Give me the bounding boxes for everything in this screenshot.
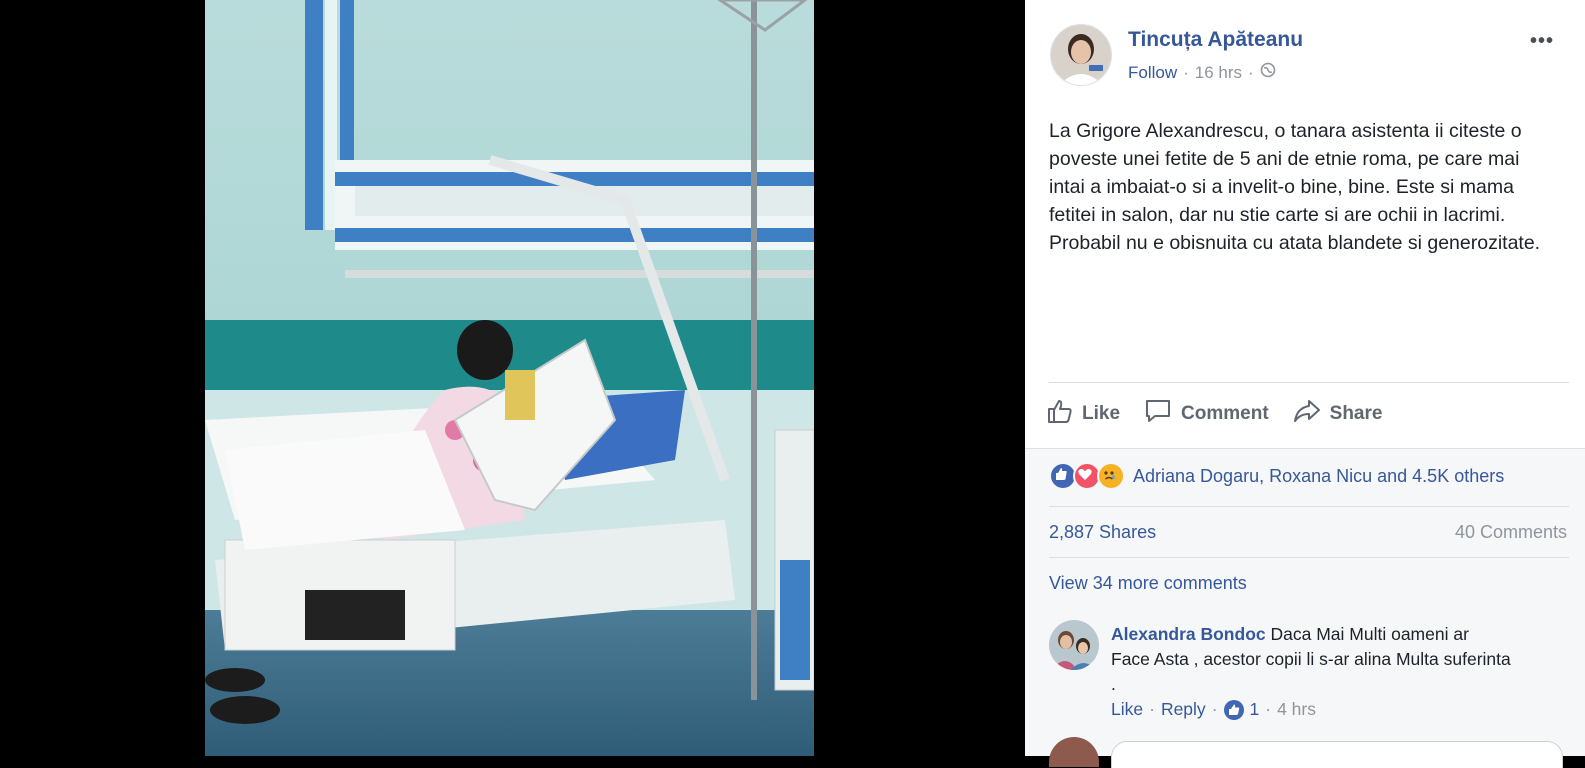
divider bbox=[1049, 382, 1569, 383]
globe-icon bbox=[1260, 62, 1276, 83]
commenter-avatar[interactable] bbox=[1049, 737, 1099, 767]
comment-separator: · bbox=[1265, 699, 1272, 719]
view-more-comments-link[interactable]: View 34 more comments bbox=[1049, 573, 1247, 594]
comment-actions: Like · Reply · 1 · 4 hrs bbox=[1111, 699, 1316, 720]
comment-label: Comment bbox=[1181, 403, 1269, 424]
share-label: Share bbox=[1329, 403, 1383, 424]
share-button[interactable]: Share bbox=[1293, 398, 1383, 430]
divider bbox=[1049, 557, 1569, 558]
comment-bubble-icon bbox=[1144, 398, 1172, 430]
follow-link[interactable]: Follow bbox=[1128, 63, 1177, 83]
hospital-room-photo bbox=[205, 0, 814, 756]
commenter-avatar[interactable] bbox=[1049, 620, 1099, 670]
photo-viewer[interactable] bbox=[0, 0, 1025, 756]
shares-count[interactable]: 2,887 Shares bbox=[1049, 522, 1156, 543]
like-button[interactable]: Like bbox=[1047, 398, 1120, 430]
reactions-text[interactable]: Adriana Dogaru, Roxana Nicu and 4.5K oth… bbox=[1133, 466, 1504, 487]
author-name[interactable]: Tincuța Apăteanu bbox=[1128, 28, 1303, 52]
meta-separator: · bbox=[1248, 62, 1254, 82]
comment-input[interactable] bbox=[1111, 741, 1563, 768]
post-actions: Like Comment Share bbox=[1047, 398, 1567, 430]
next-comment-partial bbox=[1049, 737, 1569, 768]
post-meta: Follow · 16 hrs · bbox=[1128, 62, 1276, 83]
thumbs-up-icon bbox=[1047, 398, 1073, 430]
reaction-icons bbox=[1049, 462, 1125, 490]
post-photo[interactable] bbox=[205, 0, 814, 756]
divider bbox=[1049, 506, 1569, 507]
more-options-button[interactable]: ••• bbox=[1530, 30, 1554, 53]
comment-like-count-icon[interactable] bbox=[1223, 699, 1244, 720]
comment-reply-link[interactable]: Reply bbox=[1161, 699, 1206, 720]
sad-reaction-icon bbox=[1097, 462, 1125, 490]
author-avatar[interactable] bbox=[1050, 24, 1112, 86]
post-timestamp[interactable]: 16 hrs bbox=[1195, 63, 1242, 83]
like-label: Like bbox=[1082, 403, 1121, 424]
commenter-name[interactable]: Alexandra Bondoc bbox=[1111, 624, 1266, 644]
meta-separator: · bbox=[1183, 62, 1189, 82]
comments-count[interactable]: 40 Comments bbox=[1455, 522, 1567, 543]
share-arrow-icon bbox=[1293, 398, 1321, 430]
comment-timestamp[interactable]: 4 hrs bbox=[1277, 699, 1316, 720]
reactions-summary[interactable]: Adriana Dogaru, Roxana Nicu and 4.5K oth… bbox=[1049, 462, 1504, 490]
comment-like-count[interactable]: 1 bbox=[1250, 699, 1260, 720]
comment-like-link[interactable]: Like bbox=[1111, 699, 1143, 720]
comment-separator: · bbox=[1149, 699, 1155, 719]
comment-button[interactable]: Comment bbox=[1144, 398, 1269, 430]
post-panel: Tincuța Apăteanu Follow · 16 hrs · ••• L… bbox=[1025, 0, 1585, 768]
comment-separator: · bbox=[1211, 699, 1218, 719]
post-text: La Grigore Alexandrescu, o tanara asiste… bbox=[1049, 120, 1541, 254]
comment-body: Alexandra Bondoc Daca Mai Multi oameni a… bbox=[1111, 622, 1511, 697]
divider bbox=[1025, 448, 1585, 449]
